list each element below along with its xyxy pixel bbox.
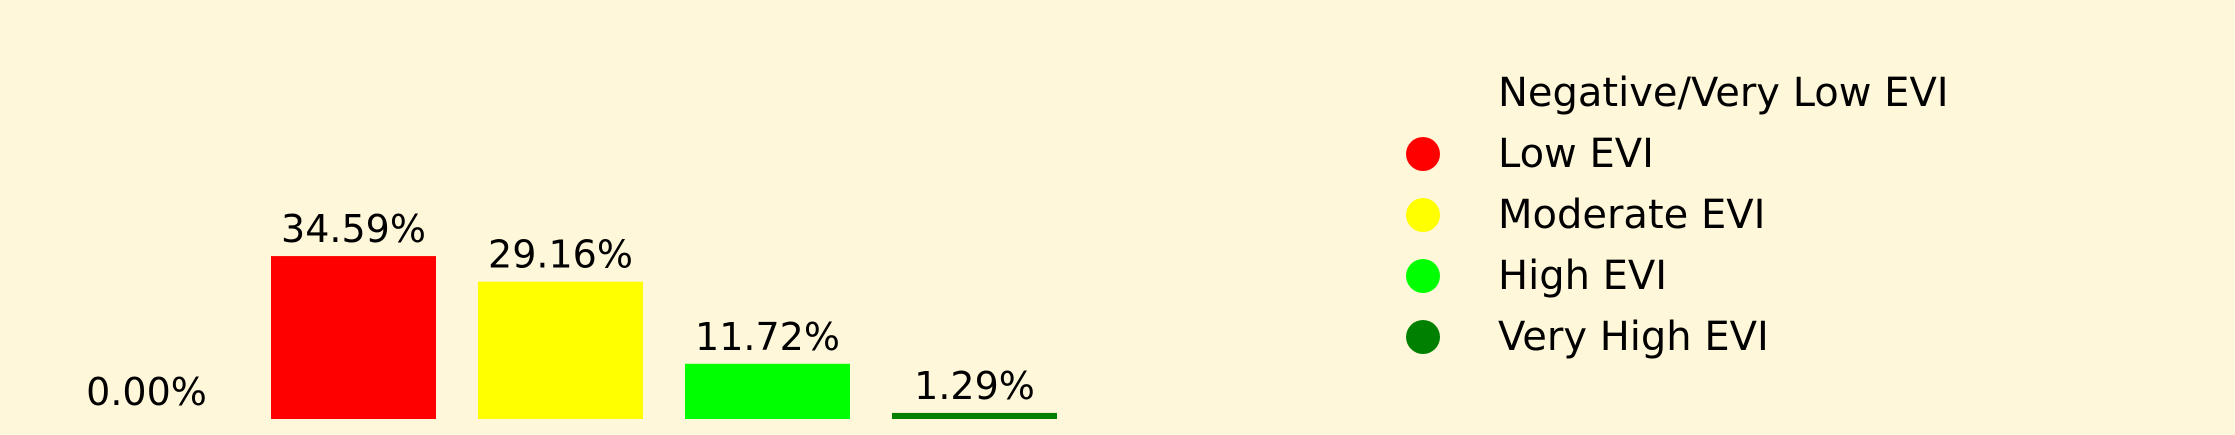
legend-label: Moderate EVI [1498,191,1766,238]
legend: Negative/Very Low EVI Low EVI Moderate E… [1400,62,1949,367]
legend-swatch-icon [1406,197,1440,232]
legend-item-low-evi: Low EVI [1400,123,1949,184]
bar-value-label-0: 0.00% [86,370,207,414]
legend-label: Negative/Very Low EVI [1498,69,1949,116]
bar-value-label-3: 11.72% [695,315,840,359]
legend-item-very-high-evi: Very High EVI [1400,306,1949,367]
bar-3 [685,363,850,419]
legend-label: High EVI [1498,252,1668,299]
legend-item-negative-very-low-evi: Negative/Very Low EVI [1400,62,1949,123]
legend-swatch-icon [1406,319,1440,354]
bar-1 [271,256,436,419]
bar-chart: 0.00% 34.59% 29.16% 11.72% 1.29% [86,207,1057,419]
legend-item-high-evi: High EVI [1400,245,1949,306]
bar-4 [892,412,1057,419]
bar-value-label-1: 34.59% [281,207,426,251]
legend-item-moderate-evi: Moderate EVI [1400,184,1949,245]
legend-label: Low EVI [1498,130,1654,177]
legend-label: Very High EVI [1498,313,1769,360]
legend-swatch-icon [1406,75,1440,110]
legend-swatch-icon [1406,136,1440,171]
bar-value-label-2: 29.16% [488,233,633,277]
bar-value-label-4: 1.29% [914,364,1035,408]
bar-2 [478,281,643,419]
legend-swatch-icon [1406,258,1440,293]
